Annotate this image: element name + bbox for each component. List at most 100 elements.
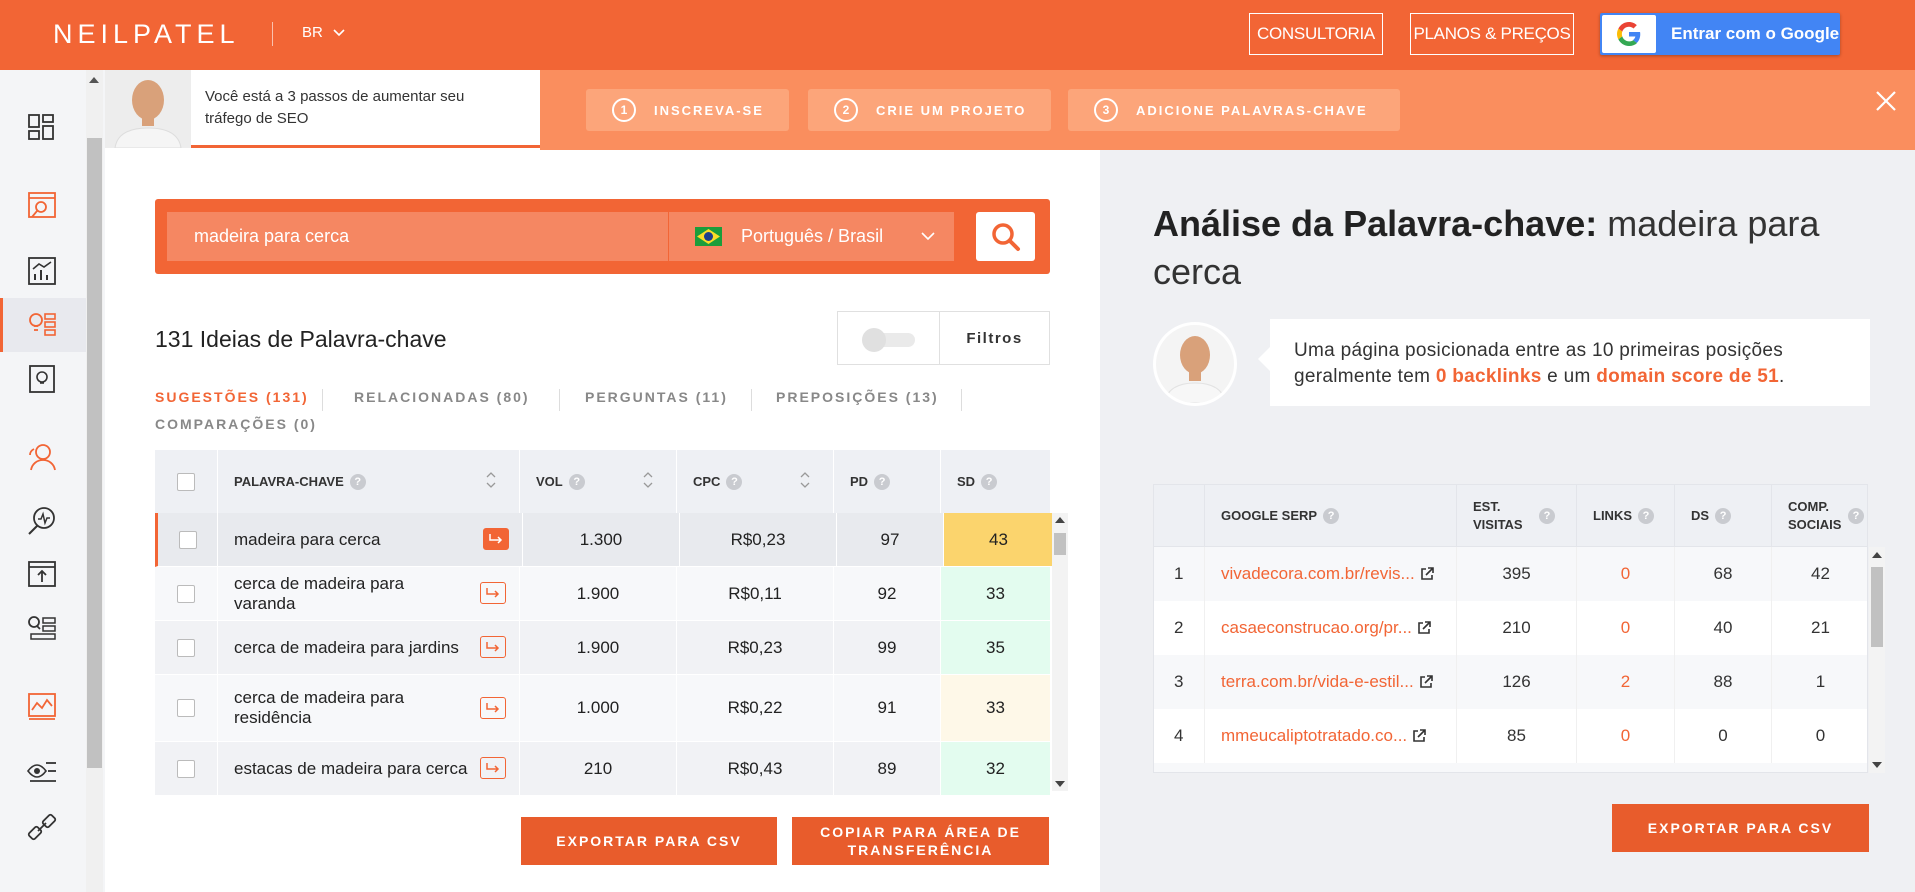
serp-url-link[interactable]: casaeconstrucao.org/pr... (1221, 618, 1412, 638)
scroll-down-arrow[interactable] (1055, 781, 1065, 787)
serp-scrollbar[interactable] (1869, 547, 1885, 773)
keyword-cell[interactable]: cerca de madeira para residência (218, 675, 520, 741)
select-all-checkbox[interactable] (177, 472, 195, 491)
external-link-icon[interactable] (1412, 729, 1426, 743)
tab-relacionadas[interactable]: RELACIONADAS (80) (354, 389, 530, 405)
help-icon[interactable]: ? (1638, 507, 1654, 524)
filters-button[interactable]: Filtros (940, 312, 1049, 364)
dashboard-icon[interactable] (26, 112, 58, 144)
col-cpc[interactable]: CPC? (677, 450, 834, 513)
table-scroll-thumb[interactable] (1054, 533, 1066, 555)
backlinks-users-icon[interactable] (26, 441, 58, 473)
serp-links[interactable]: 0 (1577, 709, 1675, 763)
col-vol[interactable]: VOL? (520, 450, 677, 513)
serp-url-link[interactable]: terra.com.br/vida-e-estil... (1221, 672, 1414, 692)
help-icon[interactable]: ? (874, 473, 891, 490)
serp-url-link[interactable]: mmeucaliptotratado.co... (1221, 726, 1407, 746)
serp-scroll-thumb[interactable] (1871, 567, 1883, 647)
help-icon[interactable]: ? (1715, 507, 1732, 524)
copy-clipboard-button[interactable]: COPIAR PARA ÁREA DE TRANSFERÊNCIA (792, 817, 1049, 865)
serp-url-link[interactable]: vivadecora.com.br/revis... (1221, 564, 1415, 584)
close-icon[interactable] (1875, 90, 1897, 112)
language-selector[interactable]: BR (302, 24, 345, 41)
help-icon[interactable]: ? (981, 473, 998, 490)
table-row[interactable]: cerca de madeira para residência 1.000 R$0… (155, 675, 1050, 742)
serp-links[interactable]: 2 (1577, 655, 1675, 709)
tab-perguntas[interactable]: PERGUNTAS (11) (585, 389, 728, 405)
table-row[interactable]: cerca de madeira para jardins 1.900 R$0,23… (155, 621, 1050, 675)
serp-url-cell[interactable]: terra.com.br/vida-e-estil... (1205, 655, 1457, 709)
col-sd[interactable]: SD? (941, 450, 1050, 513)
step-inscreva-se[interactable]: 1 INSCREVA-SE (586, 89, 789, 131)
serp-links[interactable]: 0 (1577, 547, 1675, 601)
rank-tracking-icon[interactable] (26, 505, 58, 537)
open-keyword-icon[interactable] (480, 636, 506, 658)
tab-preposicoes[interactable]: PREPOSIÇÕES (13) (776, 389, 939, 405)
serp-row[interactable]: 1 vivadecora.com.br/revis... 395 0 68 42 (1154, 547, 1867, 601)
keyword-cell[interactable]: estacas de madeira para cerca (218, 742, 520, 795)
tab-comparacoes[interactable]: COMPARAÇÕES (0) (155, 416, 317, 432)
site-audit-icon[interactable] (26, 190, 58, 222)
col-pd[interactable]: PD? (834, 450, 941, 513)
table-row[interactable]: cerca de madeira para varanda 1.900 R$0,11… (155, 567, 1050, 621)
keyword-cell[interactable]: madeira para cerca (218, 513, 523, 566)
table-row[interactable]: estacas de madeira para cerca 210 R$0,43 89… (155, 742, 1050, 796)
help-icon[interactable]: ? (1323, 507, 1340, 524)
help-icon[interactable]: ? (1848, 507, 1864, 524)
help-icon[interactable]: ? (349, 473, 366, 490)
help-icon[interactable]: ? (1539, 507, 1555, 524)
serp-row[interactable]: 4 mmeucaliptotratado.co... 85 0 0 0 (1154, 709, 1867, 763)
serp-url-cell[interactable]: vivadecora.com.br/revis... (1205, 547, 1457, 601)
row-checkbox[interactable] (177, 638, 195, 657)
filter-toggle[interactable] (838, 312, 940, 364)
search-button[interactable] (976, 212, 1035, 261)
scroll-up-arrow[interactable] (89, 77, 99, 83)
keyword-cell[interactable]: cerca de madeira para jardins (218, 621, 520, 674)
open-keyword-icon[interactable] (480, 582, 506, 604)
upload-chart-icon[interactable] (26, 558, 58, 590)
keyword-ideas-icon[interactable] (26, 309, 58, 341)
export-csv-button[interactable]: EXPORTAR PARA CSV (521, 817, 777, 865)
sidebar-scroll-thumb[interactable] (87, 138, 102, 768)
consultoria-button[interactable]: CONSULTORIA (1249, 13, 1383, 55)
google-signin-button[interactable]: Entrar com o Google (1600, 13, 1840, 55)
external-link-icon[interactable] (1420, 567, 1434, 581)
open-keyword-icon[interactable] (480, 696, 506, 719)
scroll-up-arrow[interactable] (1872, 552, 1882, 558)
search-list-icon[interactable] (26, 612, 58, 644)
sort-icon[interactable] (642, 470, 654, 490)
open-keyword-icon[interactable] (480, 757, 506, 779)
serp-url-cell[interactable]: mmeucaliptotratado.co... (1205, 709, 1457, 763)
sort-icon[interactable] (485, 470, 497, 490)
keyword-cell[interactable]: cerca de madeira para varanda (218, 567, 520, 620)
language-select[interactable]: Português / Brasil (669, 212, 954, 261)
scroll-up-arrow[interactable] (1055, 517, 1065, 523)
planos-precos-button[interactable]: PLANOS & PREÇOS (1410, 13, 1574, 55)
analytics-icon[interactable] (26, 255, 58, 287)
col-keyword[interactable]: PALAVRA-CHAVE? (218, 450, 520, 513)
row-checkbox[interactable] (177, 584, 195, 603)
row-checkbox[interactable] (178, 530, 197, 549)
help-icon[interactable]: ? (726, 473, 743, 490)
keyword-search-input[interactable]: madeira para cerca (167, 212, 668, 261)
row-checkbox[interactable] (177, 759, 195, 778)
serp-row[interactable]: 2 casaeconstrucao.org/pr... 210 0 40 21 (1154, 601, 1867, 655)
table-row[interactable]: madeira para cerca 1.300 R$0,23 97 43 (155, 513, 1053, 567)
traffic-chart-icon[interactable] (26, 690, 58, 722)
serp-links[interactable]: 0 (1577, 601, 1675, 655)
serp-url-cell[interactable]: casaeconstrucao.org/pr... (1205, 601, 1457, 655)
help-icon[interactable]: ? (568, 473, 585, 490)
table-scrollbar[interactable] (1052, 513, 1068, 791)
scroll-down-arrow[interactable] (1872, 762, 1882, 768)
open-keyword-icon[interactable] (483, 528, 509, 550)
visibility-list-icon[interactable] (26, 757, 58, 789)
sort-icon[interactable] (799, 470, 811, 490)
tab-sugestoes[interactable]: SUGESTÕES (131) (155, 389, 309, 405)
row-checkbox[interactable] (177, 699, 195, 717)
link-chain-icon[interactable] (26, 811, 58, 843)
content-ideas-icon[interactable] (26, 363, 58, 395)
external-link-icon[interactable] (1417, 621, 1431, 635)
logo[interactable]: NEILPATEL (53, 19, 240, 50)
step-crie-projeto[interactable]: 2 CRIE UM PROJETO (808, 89, 1051, 131)
serp-row[interactable]: 3 terra.com.br/vida-e-estil... 126 2 88 1 (1154, 655, 1867, 709)
